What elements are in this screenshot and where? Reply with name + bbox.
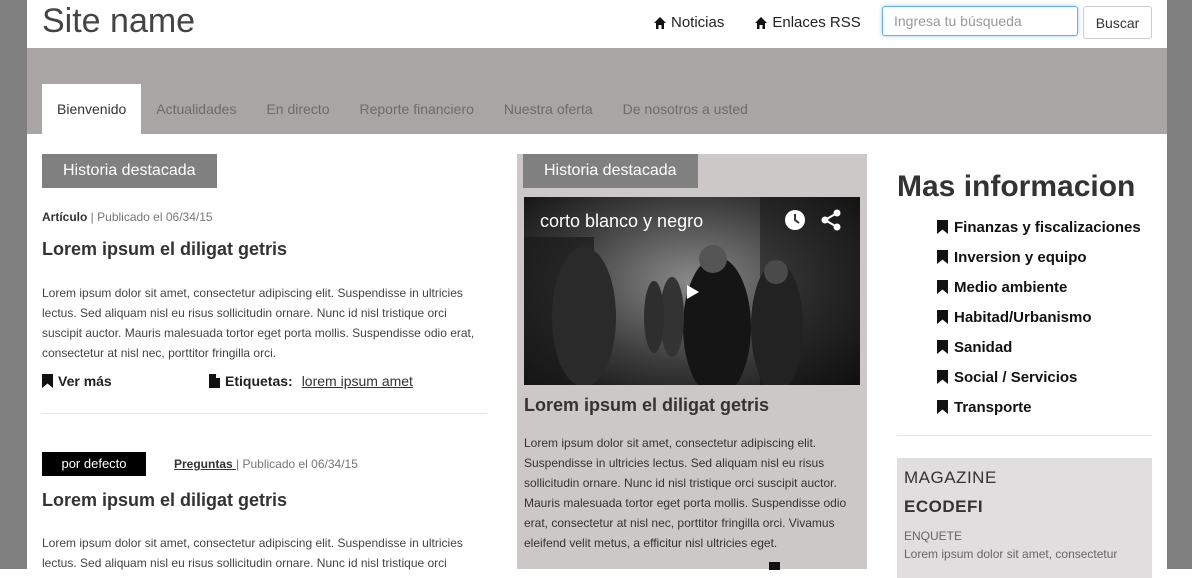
top-link-label: Noticias xyxy=(671,14,725,31)
tags: Etiquetas: lorem ipsum amet xyxy=(209,373,413,389)
bookmark-icon xyxy=(937,310,948,324)
bookmark-icon xyxy=(937,250,948,264)
tab-nuestra-oferta[interactable]: Nuestra oferta xyxy=(489,84,608,134)
more-info-list: Finanzas y fiscalizaciones Inversion y e… xyxy=(937,212,1152,422)
magazine-box[interactable]: MAGAZINE ECODEFI ENQUETE Lorem ipsum dol… xyxy=(897,458,1152,578)
article2-meta: por defecto Preguntas | Publicado el 06/… xyxy=(42,452,487,476)
article-type: Artículo xyxy=(42,210,88,224)
info-item-label: Habitad/Urbanismo xyxy=(954,308,1092,326)
document-icon xyxy=(209,374,220,388)
bookmark-icon xyxy=(937,400,948,414)
magazine-kicker: ENQUETE xyxy=(904,529,963,543)
video-player[interactable]: corto blanco y negro xyxy=(524,197,860,385)
magazine-text: Lorem ipsum dolor sit amet, consectetur xyxy=(904,547,1118,561)
info-item-inversion[interactable]: Inversion y equipo xyxy=(937,242,1152,272)
top-link-label: Enlaces RSS xyxy=(772,14,861,31)
article-actions: Ver más Etiquetas: lorem ipsum amet xyxy=(42,373,487,395)
published-date: Publicado el 06/34/15 xyxy=(97,210,213,224)
top-link-noticias[interactable]: Noticias xyxy=(653,14,724,31)
section-label: Historia destacada xyxy=(523,154,698,188)
tab-de-nosotros[interactable]: De nosotros a usted xyxy=(608,84,763,134)
bookmark-icon xyxy=(937,340,948,354)
home-icon xyxy=(654,16,666,29)
video-title: corto blanco y negro xyxy=(540,211,704,231)
left-column: Historia destacada Artículo | Publicado … xyxy=(42,154,487,573)
info-item-habitad[interactable]: Habitad/Urbanismo xyxy=(937,302,1152,332)
tag-link[interactable]: lorem ipsum amet xyxy=(302,373,413,389)
page: Site name Noticias Enlaces RSS Buscar Bi… xyxy=(27,0,1167,578)
bookmark-icon xyxy=(937,220,948,234)
tags-label: Etiquetas: xyxy=(225,373,293,389)
section-label: Historia destacada xyxy=(42,154,217,188)
divider xyxy=(42,413,487,414)
article-meta: Artículo | Publicado el 06/34/15 xyxy=(42,210,487,224)
article-body: Lorem ipsum dolor sit amet, consectetur … xyxy=(42,286,475,360)
meta-separator: | xyxy=(87,210,98,224)
info-item-label: Transporte xyxy=(954,398,1032,416)
share-icon[interactable] xyxy=(820,209,842,231)
magazine-name: ECODEFI xyxy=(904,497,984,516)
info-item-label: Medio ambiente xyxy=(954,278,1068,296)
info-item-sanidad[interactable]: Sanidad xyxy=(937,332,1152,362)
published-date: Publicado el 06/34/15 xyxy=(242,457,358,471)
video-actions xyxy=(784,209,842,231)
top-links: Noticias Enlaces RSS xyxy=(653,14,861,31)
bookmark-icon xyxy=(42,374,53,388)
bookmark-icon xyxy=(937,370,948,384)
nav-tabs: Bienvenido Actualidades En directo Repor… xyxy=(42,84,763,134)
default-badge: por defecto xyxy=(42,452,146,476)
search-button[interactable]: Buscar xyxy=(1083,6,1152,39)
read-more-link[interactable]: Ver más xyxy=(42,373,112,389)
left-frame xyxy=(0,0,27,569)
info-item-label: Social / Servicios xyxy=(954,368,1078,386)
info-item-transporte[interactable]: Transporte xyxy=(937,392,1152,422)
home-icon xyxy=(755,16,768,29)
featured-body: Lorem ipsum dolor sit amet, consectetur … xyxy=(524,436,847,550)
read-more-label: Ver más xyxy=(58,373,112,389)
divider xyxy=(897,435,1152,436)
article-headline[interactable]: Lorem ipsum el diligat getris xyxy=(42,239,487,260)
tab-actualidades[interactable]: Actualidades xyxy=(141,84,251,134)
article2-headline[interactable]: Lorem ipsum el diligat getris xyxy=(42,490,487,511)
top-link-rss[interactable]: Enlaces RSS xyxy=(754,14,861,31)
bookmark-icon xyxy=(937,280,948,294)
right-column: Mas informacion Finanzas y fiscalizacion… xyxy=(897,170,1152,578)
clock-icon[interactable] xyxy=(784,209,806,231)
info-item-finanzas[interactable]: Finanzas y fiscalizaciones xyxy=(937,212,1152,242)
article2-body: Lorem ipsum dolor sit amet, consectetur … xyxy=(42,536,463,570)
featured-column: Historia destacada corto blanco y negro xyxy=(517,154,867,570)
info-item-social[interactable]: Social / Servicios xyxy=(937,362,1152,392)
info-item-label: Inversion y equipo xyxy=(954,248,1087,266)
tab-en-directo[interactable]: En directo xyxy=(251,84,344,134)
tab-bienvenido[interactable]: Bienvenido xyxy=(42,84,142,134)
category-link[interactable]: Preguntas xyxy=(174,457,236,471)
site-name[interactable]: Site name xyxy=(42,2,195,41)
right-frame xyxy=(1167,0,1192,569)
more-info-title: Mas informacion xyxy=(897,170,1136,203)
tab-reporte-financiero[interactable]: Reporte financiero xyxy=(345,84,489,134)
article2-meta-text: Preguntas | Publicado el 06/34/15 xyxy=(174,457,358,471)
info-item-medio-ambiente[interactable]: Medio ambiente xyxy=(937,272,1152,302)
featured-headline[interactable]: Lorem ipsum el diligat getris xyxy=(524,395,769,416)
info-item-label: Finanzas y fiscalizaciones xyxy=(954,218,1141,236)
search-input[interactable] xyxy=(882,6,1078,36)
magazine-label: MAGAZINE xyxy=(904,468,997,487)
info-item-label: Sanidad xyxy=(954,338,1013,356)
play-icon[interactable] xyxy=(687,285,699,299)
main-nav: Bienvenido Actualidades En directo Repor… xyxy=(27,48,1167,134)
